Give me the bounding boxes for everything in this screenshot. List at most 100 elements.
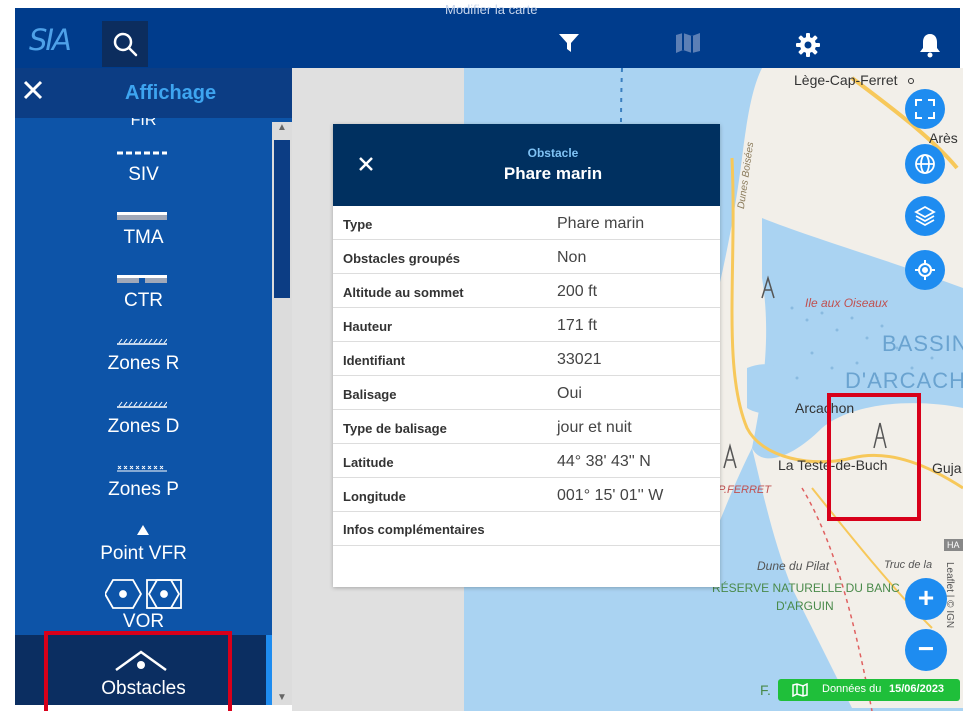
scroll-down-icon[interactable]: ▼ xyxy=(277,692,287,703)
layer-label: Zones R xyxy=(107,353,180,374)
layer-item-zones-r[interactable]: Zones R xyxy=(15,333,272,389)
layer-label: SIV xyxy=(128,164,159,185)
top-caption: Modifier la carte xyxy=(445,2,538,17)
layer-item-ctr[interactable]: CTR xyxy=(15,270,272,326)
map-label-reserve: RÉSERVE NATURELLE DU BANC xyxy=(712,581,900,595)
ctr-symbol-icon xyxy=(117,275,167,283)
siv-symbol-icon xyxy=(117,151,167,155)
layer-item-tma[interactable]: TMA xyxy=(15,207,272,263)
bell-icon[interactable] xyxy=(919,32,941,58)
popup-row-value: 001° 15' 01'' W xyxy=(557,487,664,504)
popup-row: Type de balisage jour et nuit xyxy=(333,410,720,444)
map-label-truc: Truc de la xyxy=(884,559,933,571)
data-date-value: 15/06/2023 xyxy=(889,683,945,695)
search-button[interactable] xyxy=(102,21,148,67)
map-label-lege: Lège-Cap-Ferret xyxy=(794,72,898,88)
selected-accent xyxy=(266,635,272,705)
data-date-prefix: Données du xyxy=(822,683,882,695)
popup-title: Phare marin xyxy=(503,164,603,183)
popup-row-value: 200 ft xyxy=(557,283,598,300)
map-icon xyxy=(792,683,808,697)
sidebar-header: Affichage xyxy=(15,68,292,118)
sidebar-scrollbar[interactable]: ▲ ▼ xyxy=(272,122,292,705)
filter-icon[interactable] xyxy=(558,32,580,54)
popup-row-value: Non xyxy=(557,249,587,266)
sidebar-title: Affichage xyxy=(125,82,217,104)
map-label-darcach: D'ARCACH xyxy=(845,368,963,393)
popup-row: Latitude 44° 38' 43'' N xyxy=(333,444,720,478)
layer-label: Zones D xyxy=(107,416,180,437)
popup-row: Longitude 001° 15' 01'' W xyxy=(333,478,720,512)
zoom-in-button[interactable]: + xyxy=(905,578,947,620)
popup-row-key: Type de balisage xyxy=(343,421,447,436)
map-label-arguin: D'ARGUIN xyxy=(776,599,834,613)
obstacle-popup: Obstacle Phare marin Type Phare marin Ob… xyxy=(333,124,720,587)
popup-row-key: Latitude xyxy=(343,455,394,470)
popup-row-key: Balisage xyxy=(343,387,397,402)
popup-row-key: Altitude au sommet xyxy=(343,285,464,300)
popup-header: Obstacle Phare marin xyxy=(333,124,720,206)
map-label-guja: Guja xyxy=(932,460,962,476)
highlight-obstacle-marker xyxy=(827,393,921,521)
layer-item-siv[interactable]: SIV xyxy=(15,144,272,200)
popup-row-key: Type xyxy=(343,217,373,232)
popup-row-key: Infos complémentaires xyxy=(343,522,485,537)
zoom-out-button[interactable]: − xyxy=(905,629,947,671)
popup-row-key: Hauteur xyxy=(343,319,393,334)
map-label-f: F. xyxy=(760,682,771,698)
display-sidebar: ▲ ▼ FIR SIV TMA CTR Zones R Zones D Zone… xyxy=(15,68,292,705)
layer-item-point-vfr[interactable]: Point VFR xyxy=(15,521,272,577)
map-label-ares: Arès xyxy=(929,130,958,146)
layer-label: TMA xyxy=(123,227,164,248)
fullscreen-button[interactable] xyxy=(905,89,945,129)
map-icon[interactable] xyxy=(675,32,701,54)
map-label-ha: HA xyxy=(944,539,963,551)
map-label-ferret: P.FERRET xyxy=(718,484,771,496)
close-icon[interactable] xyxy=(21,78,45,102)
layer-item-zones-d[interactable]: Zones D xyxy=(15,396,272,452)
popup-subtitle: Obstacle xyxy=(527,146,579,160)
popup-row-value: 33021 xyxy=(557,351,602,368)
popup-row: Identifiant 33021 xyxy=(333,342,720,376)
zone-r-symbol-icon xyxy=(117,338,167,345)
gear-icon[interactable] xyxy=(795,32,821,58)
globe-icon xyxy=(915,154,935,174)
popup-row-key: Longitude xyxy=(343,489,406,504)
map-label-dune: Dune du Pilat xyxy=(757,559,830,573)
popup-row: Type Phare marin xyxy=(333,206,720,240)
layers-button[interactable] xyxy=(905,196,945,236)
app-root: Modifier la carte SIA Lège-Cap-Ferret Ar… xyxy=(0,0,963,711)
top-bar: Modifier la carte SIA xyxy=(15,2,960,68)
popup-row-value: 44° 38' 43'' N xyxy=(557,453,651,470)
scroll-up-icon[interactable]: ▲ xyxy=(277,122,287,133)
layer-item-vor[interactable]: VOR xyxy=(15,576,272,634)
globe-button[interactable] xyxy=(905,144,945,184)
vor-symbol-icon xyxy=(105,579,182,609)
popup-row: Obstacles groupés Non xyxy=(333,240,720,274)
layer-label: VOR xyxy=(122,611,165,632)
popup-row-value: Oui xyxy=(557,385,582,402)
town-marker xyxy=(908,78,914,84)
sia-logo[interactable]: SIA xyxy=(29,23,72,57)
zone-p-symbol-icon xyxy=(117,465,167,472)
zone-d-symbol-icon xyxy=(117,401,167,408)
data-date-badge[interactable]: Données du 15/06/2023 xyxy=(778,679,960,701)
fullscreen-icon xyxy=(915,99,935,119)
highlight-obstacles-item xyxy=(44,631,232,711)
search-icon xyxy=(113,32,138,57)
triangle-icon xyxy=(137,525,149,535)
popup-row-key: Identifiant xyxy=(343,353,406,368)
popup-row: Balisage Oui xyxy=(333,376,720,410)
layer-label: CTR xyxy=(123,290,164,311)
tma-symbol-icon xyxy=(117,212,167,220)
layer-item-zones-p[interactable]: Zones P xyxy=(15,459,272,515)
layers-icon xyxy=(914,205,936,227)
popup-row-value: jour et nuit xyxy=(557,419,632,436)
popup-row: Hauteur 171 ft xyxy=(333,308,720,342)
locate-button[interactable] xyxy=(905,250,945,290)
popup-row-key: Obstacles groupés xyxy=(343,251,461,266)
map-label-bassin: BASSIN xyxy=(882,331,963,356)
layer-label: Zones P xyxy=(108,479,179,500)
popup-row: Altitude au sommet 200 ft xyxy=(333,274,720,308)
scroll-thumb[interactable] xyxy=(274,140,290,298)
